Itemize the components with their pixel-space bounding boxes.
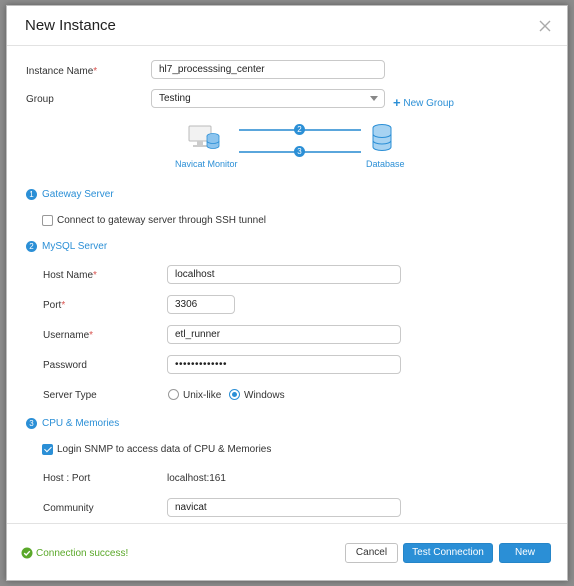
monitor-server-icon <box>188 125 220 149</box>
host-port-value: localhost:161 <box>167 473 226 484</box>
password-label: Password <box>43 360 87 371</box>
group-select[interactable]: Testing <box>151 89 385 108</box>
new-instance-dialog: New Instance Instance Name* hl7_processs… <box>6 5 568 581</box>
community-label: Community <box>43 503 94 514</box>
database-icon <box>372 124 392 151</box>
group-select-value: Testing <box>159 93 191 104</box>
new-group-label: New Group <box>403 98 454 109</box>
password-input[interactable]: ••••••••••••• <box>167 355 401 374</box>
database-label: Database <box>366 159 405 169</box>
close-icon[interactable] <box>535 16 555 36</box>
cpu-section-number: 3 <box>26 418 37 429</box>
instance-name-label: Instance Name* <box>26 66 98 77</box>
ssh-tunnel-label: Connect to gateway server through SSH tu… <box>57 215 267 226</box>
check-circle-icon <box>21 547 33 559</box>
instance-name-input[interactable]: hl7_processsing_center <box>151 60 385 79</box>
connection-diagram: 2 3 Navicat Monitor Database <box>167 120 417 176</box>
navicat-monitor-label: Navicat Monitor <box>175 159 238 169</box>
group-label: Group <box>26 94 54 105</box>
community-input[interactable]: navicat <box>167 498 401 517</box>
server-type-unix-label: Unix-like <box>183 390 222 401</box>
port-input[interactable]: 3306 <box>167 295 235 314</box>
mysql-section-number: 2 <box>26 241 37 252</box>
plus-icon: + <box>393 95 401 110</box>
dialog-title: New Instance <box>25 17 116 34</box>
diagram-step-2-badge: 2 <box>294 124 305 135</box>
server-type-windows-label: Windows <box>244 390 285 401</box>
connection-status-text: Connection success! <box>36 548 129 559</box>
test-connection-button[interactable]: Test Connection <box>403 543 493 563</box>
diagram-step-3-badge: 3 <box>294 146 305 157</box>
gateway-section-title: Gateway Server <box>42 189 114 200</box>
new-button[interactable]: New <box>499 543 551 563</box>
host-name-input[interactable]: localhost <box>167 265 401 284</box>
snmp-login-label: Login SNMP to access data of CPU & Memor… <box>57 444 272 455</box>
cpu-section-title: CPU & Memories <box>42 418 120 429</box>
username-label: Username* <box>43 330 94 341</box>
mysql-section-title: MySQL Server <box>42 241 108 252</box>
port-label: Port* <box>43 300 66 311</box>
gateway-section-number: 1 <box>26 189 37 200</box>
host-port-label: Host : Port <box>43 473 91 484</box>
chevron-down-icon <box>370 96 378 101</box>
snmp-login-checkbox[interactable] <box>42 444 53 455</box>
cancel-button[interactable]: Cancel <box>345 543 398 563</box>
footer-divider <box>7 523 567 524</box>
new-group-link[interactable]: + New Group <box>393 94 454 110</box>
server-type-windows-radio[interactable] <box>229 389 240 400</box>
header-divider <box>7 45 567 46</box>
server-type-unix-radio[interactable] <box>168 389 179 400</box>
host-name-label: Host Name* <box>43 270 97 281</box>
ssh-tunnel-checkbox[interactable] <box>42 215 53 226</box>
server-type-label: Server Type <box>43 390 97 401</box>
username-input[interactable]: etl_runner <box>167 325 401 344</box>
